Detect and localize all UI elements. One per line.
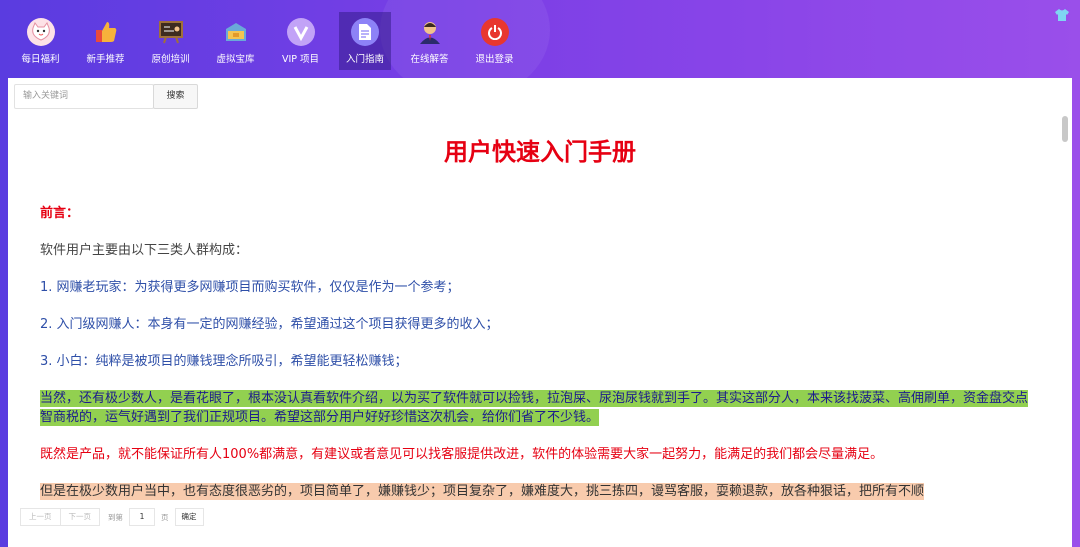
point-item: 3. 小白：纯粹是被项目的赚钱理念所吸引，希望能更轻松赚钱； xyxy=(40,354,408,369)
nav-item-online-answer[interactable]: 在线解答 xyxy=(397,12,462,70)
nav-label: 新手推荐 xyxy=(86,54,125,65)
confirm-page-button[interactable]: 确定 xyxy=(174,508,204,526)
search-input[interactable]: 输入关键词 xyxy=(14,84,154,109)
intro-text: 软件用户主要由以下三类人群构成： xyxy=(40,243,249,258)
blackboard-icon xyxy=(157,18,185,46)
nav-label: 退出登录 xyxy=(475,54,514,65)
highlighted-paragraph-peach: 但是在极少数用户当中，也有态度很恶劣的，项目简单了，嫌赚钱少；项目复杂了，嫌难度… xyxy=(40,483,925,500)
page-number-input[interactable]: 1 xyxy=(129,508,155,526)
cat-icon xyxy=(26,18,55,46)
notice-paragraph: 既然是产品，就不能保证所有人100%都满意，有建议或者意见可以找客服提供改进，软… xyxy=(40,447,884,462)
nav-label: VIP 项目 xyxy=(281,54,320,65)
nav-item-vip-project[interactable]: VIP 项目 xyxy=(268,12,333,70)
nav-label: 在线解答 xyxy=(410,54,449,65)
nav-item-daily-welfare[interactable]: 每日福利 xyxy=(8,12,73,70)
page-title: 用户快速入门手册 xyxy=(444,138,636,166)
vip-icon xyxy=(286,18,315,46)
page-unit-label: 页 xyxy=(161,512,169,522)
nav-label: 入门指南 xyxy=(345,54,384,65)
nav-item-beginner-recommend[interactable]: 新手推荐 xyxy=(73,12,138,70)
nav-item-logout[interactable]: 退出登录 xyxy=(462,12,527,70)
support-agent-icon xyxy=(416,18,444,46)
treasure-box-icon xyxy=(222,18,250,46)
highlighted-paragraph-green: 当然，还有极少数人，是看花眼了，根本没认真看软件介绍，以为买了软件就可以捡钱，拉… xyxy=(40,390,1029,426)
point-item: 2. 入门级网赚人：本身有一定的网赚经验，希望通过这个项目获得更多的收入； xyxy=(40,317,499,332)
power-icon xyxy=(480,18,509,46)
nav-label: 原创培训 xyxy=(151,54,190,65)
nav-menu: 每日福利 新手推荐 原创培训 虚拟宝库 VIP 项目 入门指南 在线解答 退出登… xyxy=(8,12,527,70)
nav-item-original-training[interactable]: 原创培训 xyxy=(138,12,203,70)
nav-item-virtual-treasury[interactable]: 虚拟宝库 xyxy=(203,12,268,70)
goto-label: 到第 xyxy=(108,512,123,522)
point-item: 1. 网赚老玩家：为获得更多网赚项目而购买软件，仅仅是作为一个参考； xyxy=(40,280,460,295)
nav-label: 每日福利 xyxy=(21,54,60,65)
nav-label: 虚拟宝库 xyxy=(216,54,255,65)
document-icon xyxy=(351,18,379,46)
thumbs-up-icon xyxy=(92,18,120,46)
document-body: 前言： 软件用户主要由以下三类人群构成： 1. 网赚老玩家：为获得更多网赚项目而… xyxy=(40,204,1040,519)
content-panel: 输入关键词 搜索 用户快速入门手册 前言： 软件用户主要由以下三类人群构成： 1… xyxy=(8,78,1072,547)
next-page-button[interactable]: 下一页 xyxy=(60,508,100,526)
search-button[interactable]: 搜索 xyxy=(153,84,198,109)
prev-page-button[interactable]: 上一页 xyxy=(20,508,61,526)
tshirt-icon[interactable] xyxy=(1054,8,1070,22)
top-navigation-bar: 每日福利 新手推荐 原创培训 虚拟宝库 VIP 项目 入门指南 在线解答 退出登… xyxy=(0,0,1080,100)
nav-item-getting-started[interactable]: 入门指南 xyxy=(339,12,391,70)
preface-heading: 前言： xyxy=(40,206,80,221)
pagination: 上一页 下一页 到第 1 页 确定 xyxy=(20,508,204,526)
